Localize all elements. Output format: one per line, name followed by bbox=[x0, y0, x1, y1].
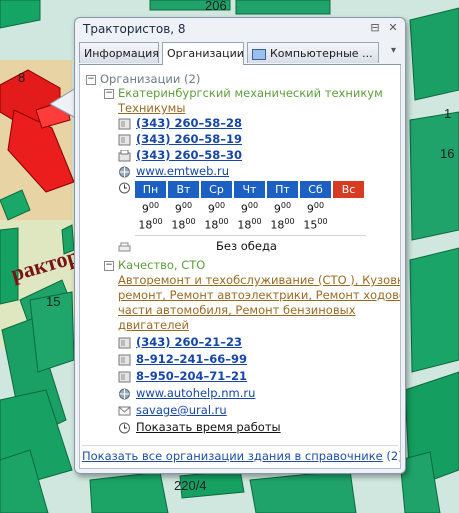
footer-count: (2) bbox=[386, 449, 400, 463]
lunch-icon bbox=[118, 241, 131, 256]
close-time: 1800 bbox=[270, 217, 295, 232]
footer-divider bbox=[82, 445, 398, 446]
day-saturday: Сб bbox=[300, 181, 331, 198]
map-label: 15 bbox=[46, 294, 61, 309]
phone-row bbox=[118, 337, 131, 352]
tab-label: Компьютерные ... bbox=[270, 47, 373, 60]
website-link[interactable]: www.autohelp.nm.ru bbox=[136, 386, 255, 400]
close-time: 1800 bbox=[138, 217, 163, 232]
close-time: 1800 bbox=[204, 217, 229, 232]
monitor-icon bbox=[252, 48, 266, 60]
show-hours-link[interactable]: Показать время работы bbox=[136, 420, 281, 434]
day-wednesday: Ср bbox=[201, 181, 232, 198]
phone-icon bbox=[118, 337, 131, 349]
close-time: 1800 bbox=[237, 217, 262, 232]
close-time: 1500 bbox=[303, 217, 328, 232]
show-all-orgs-link[interactable]: Показать все организации здания в справо… bbox=[82, 449, 383, 463]
fax-row bbox=[118, 149, 131, 165]
email-row bbox=[118, 405, 131, 420]
phone-link[interactable]: 8–912–241–66–99 bbox=[136, 352, 247, 366]
map-label: 220/4 bbox=[174, 478, 207, 493]
orgs-header: Организации (2) bbox=[100, 72, 201, 86]
schedule-divider bbox=[135, 235, 366, 236]
fax-icon bbox=[118, 149, 131, 162]
phone-icon bbox=[118, 118, 131, 130]
open-time: 900 bbox=[306, 201, 325, 216]
collapse-toggle-icon[interactable]: − bbox=[104, 89, 114, 99]
map-label: 206 bbox=[205, 0, 227, 13]
phone-icon bbox=[118, 354, 131, 366]
org-categories-line[interactable]: Авторемонт и техобслуживание (СТО ), Куз… bbox=[118, 273, 400, 287]
org-category-link[interactable]: Техникумы bbox=[118, 101, 185, 115]
close-icon[interactable]: ✕ bbox=[387, 21, 399, 35]
open-time: 900 bbox=[141, 201, 160, 216]
phone-link[interactable]: (343) 260–21–23 bbox=[136, 335, 242, 349]
phone-link[interactable]: (343) 260–58–28 bbox=[136, 116, 242, 130]
email-link[interactable]: savage@ural.ru bbox=[136, 403, 227, 417]
map-label: 16 bbox=[440, 146, 455, 161]
globe-icon bbox=[119, 166, 130, 178]
phone-row bbox=[118, 371, 131, 386]
close-time: 1800 bbox=[171, 217, 196, 232]
day-sunday: Вс bbox=[333, 181, 364, 198]
tabs-scroll-icon[interactable]: ▾ bbox=[391, 45, 396, 56]
info-popup: Трактористов, 8 ⊟ ✕ Информация Организац… bbox=[74, 17, 406, 474]
org-categories-line[interactable]: двигателей bbox=[118, 318, 189, 332]
pin-icon[interactable]: ⊟ bbox=[369, 21, 381, 35]
phone-icon bbox=[118, 134, 131, 146]
org-categories-line[interactable]: ремонт, Ремонт автоэлектрики, Ремонт ход… bbox=[118, 288, 400, 302]
fax-link[interactable]: (343) 260–58–30 bbox=[136, 148, 242, 162]
open-time: 900 bbox=[273, 201, 292, 216]
day-thursday: Чт bbox=[234, 181, 265, 198]
org-categories-line[interactable]: части автомобиля, Ремонт бензиновых bbox=[118, 303, 356, 317]
collapse-toggle-icon[interactable]: − bbox=[104, 261, 114, 271]
phone-link[interactable]: 8–950–204–71–21 bbox=[136, 369, 247, 383]
day-monday: Пн bbox=[135, 181, 166, 198]
clock-icon bbox=[118, 182, 131, 197]
open-time: 900 bbox=[174, 201, 193, 216]
phone-row bbox=[118, 134, 131, 149]
tab-info[interactable]: Информация bbox=[79, 42, 159, 63]
org-name[interactable]: Екатеринбургский механический техникум bbox=[118, 86, 383, 100]
map-label: 1 bbox=[444, 106, 452, 121]
envelope-icon bbox=[118, 406, 131, 416]
phone-icon bbox=[118, 371, 131, 383]
website-link[interactable]: www.emtweb.ru bbox=[136, 164, 229, 178]
org-name[interactable]: Качество, СТО bbox=[118, 258, 205, 272]
phone-row bbox=[118, 118, 131, 133]
globe-row bbox=[118, 388, 131, 403]
phone-row bbox=[118, 354, 131, 369]
globe-row bbox=[118, 166, 131, 181]
tab-label: Информация bbox=[84, 47, 159, 60]
lunch-text: Без обеда bbox=[216, 239, 277, 253]
day-tuesday: Вт bbox=[168, 181, 199, 198]
tab-computers[interactable]: Компьютерные ... bbox=[247, 42, 379, 63]
phone-link[interactable]: (343) 260–58–19 bbox=[136, 132, 242, 146]
day-friday: Пт bbox=[267, 181, 298, 198]
popup-titlebar: Трактористов, 8 ⊟ ✕ bbox=[75, 18, 405, 40]
tab-label: Организации bbox=[167, 47, 244, 60]
open-time: 900 bbox=[240, 201, 259, 216]
popup-title: Трактористов, 8 bbox=[83, 22, 186, 36]
clock-icon bbox=[118, 422, 131, 437]
map-label-building: 8 bbox=[18, 70, 26, 85]
collapse-toggle-icon[interactable]: − bbox=[86, 75, 96, 85]
footer: Показать все организации здания в справо… bbox=[82, 449, 400, 463]
organizations-panel: − Организации (2) − Екатеринбургский мех… bbox=[79, 65, 401, 469]
open-time: 900 bbox=[207, 201, 226, 216]
globe-icon bbox=[119, 388, 130, 400]
tab-organizations[interactable]: Организации bbox=[162, 42, 244, 65]
popup-tabs: Информация Организации Компьютерные ... … bbox=[79, 42, 401, 65]
